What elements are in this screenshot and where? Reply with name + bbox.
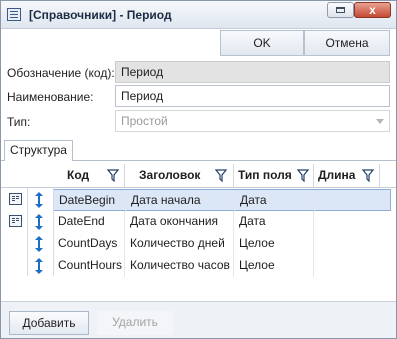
close-icon: x: [369, 3, 376, 17]
filter-icon[interactable]: [107, 169, 119, 182]
type-select-value: Простой: [121, 114, 168, 128]
add-button[interactable]: Добавить: [9, 311, 89, 335]
close-button[interactable]: x: [354, 2, 391, 18]
column-header-type-label: Тип поля: [238, 168, 292, 182]
app-icon: [7, 8, 21, 21]
delete-button[interactable]: Удалить: [97, 311, 173, 335]
code-label: Обозначение (код):: [7, 66, 115, 80]
column-header-type[interactable]: Тип поля: [234, 164, 314, 188]
table-row[interactable]: DateEnd Дата окончания Дата: [1, 211, 396, 233]
footer-bar: Добавить Удалить: [1, 301, 396, 338]
cell-code[interactable]: DateEnd: [53, 211, 125, 233]
cell-type[interactable]: Целое: [234, 233, 314, 255]
name-field[interactable]: Период: [115, 85, 390, 107]
name-label: Наименование:: [7, 90, 94, 104]
drag-handle-icon[interactable]: [33, 235, 45, 253]
row-cells: DateBegin Дата начала Дата: [53, 189, 391, 212]
row-cells: CountDays Количество дней Целое: [53, 233, 391, 255]
row-cells: DateEnd Дата окончания Дата: [53, 211, 391, 233]
drag-handle-icon[interactable]: [33, 213, 45, 231]
cell-code[interactable]: CountDays: [53, 233, 125, 255]
column-header-code[interactable]: Код: [53, 164, 125, 188]
cancel-button[interactable]: Отмена: [304, 30, 390, 56]
title-bar[interactable]: [Справочники] - Период x: [1, 1, 396, 29]
cell-length[interactable]: [315, 190, 391, 212]
cell-length[interactable]: [314, 233, 390, 255]
column-header-title-label: Заголовок: [139, 168, 201, 182]
column-header-length[interactable]: Длина: [314, 164, 380, 188]
filter-icon[interactable]: [215, 169, 227, 182]
minimize-button[interactable]: [327, 2, 354, 18]
cell-length[interactable]: [314, 211, 390, 233]
table-row[interactable]: DateBegin Дата начала Дата: [1, 189, 396, 212]
type-select[interactable]: Простой: [115, 110, 390, 132]
column-header-title[interactable]: Заголовок: [125, 164, 234, 188]
filter-icon[interactable]: [297, 169, 309, 182]
filter-icon[interactable]: [362, 169, 374, 182]
column-header-code-label: Код: [67, 168, 90, 182]
drag-handle-icon[interactable]: [33, 257, 45, 275]
cell-type[interactable]: Дата: [235, 190, 315, 212]
cell-code[interactable]: DateBegin: [54, 190, 126, 212]
cell-type[interactable]: Дата: [234, 211, 314, 233]
cell-title[interactable]: Дата окончания: [125, 211, 234, 233]
ok-button[interactable]: OK: [220, 30, 304, 56]
table-row[interactable]: CountHours Количество часов Целое: [1, 255, 396, 277]
grid-divider: [27, 188, 28, 276]
cell-title[interactable]: Количество часов: [125, 255, 234, 277]
code-field[interactable]: Период: [115, 61, 390, 83]
tab-structure[interactable]: Структура: [4, 140, 73, 161]
cell-title[interactable]: Количество дней: [125, 233, 234, 255]
dropdown-arrow-icon: [376, 119, 384, 124]
type-label: Тип:: [7, 115, 31, 129]
cell-length[interactable]: [314, 255, 390, 277]
grid-divider: [53, 188, 54, 276]
drag-handle-icon[interactable]: [33, 191, 45, 209]
window-title: [Справочники] - Период: [29, 8, 172, 22]
cell-type[interactable]: Целое: [234, 255, 314, 277]
dialog-window: [Справочники] - Период x OK Отмена Обозн…: [0, 0, 397, 339]
row-cells: CountHours Количество часов Целое: [53, 255, 391, 277]
row-indicator-icon: [9, 215, 22, 227]
cell-title[interactable]: Дата начала: [126, 190, 235, 212]
column-header-length-label: Длина: [318, 168, 356, 182]
cell-code[interactable]: CountHours: [53, 255, 125, 277]
row-indicator-icon: [9, 193, 22, 205]
table-row[interactable]: CountDays Количество дней Целое: [1, 233, 396, 255]
grid-header: Код Заголовок Тип поля Длина: [1, 164, 396, 188]
minimize-icon: [336, 7, 345, 13]
